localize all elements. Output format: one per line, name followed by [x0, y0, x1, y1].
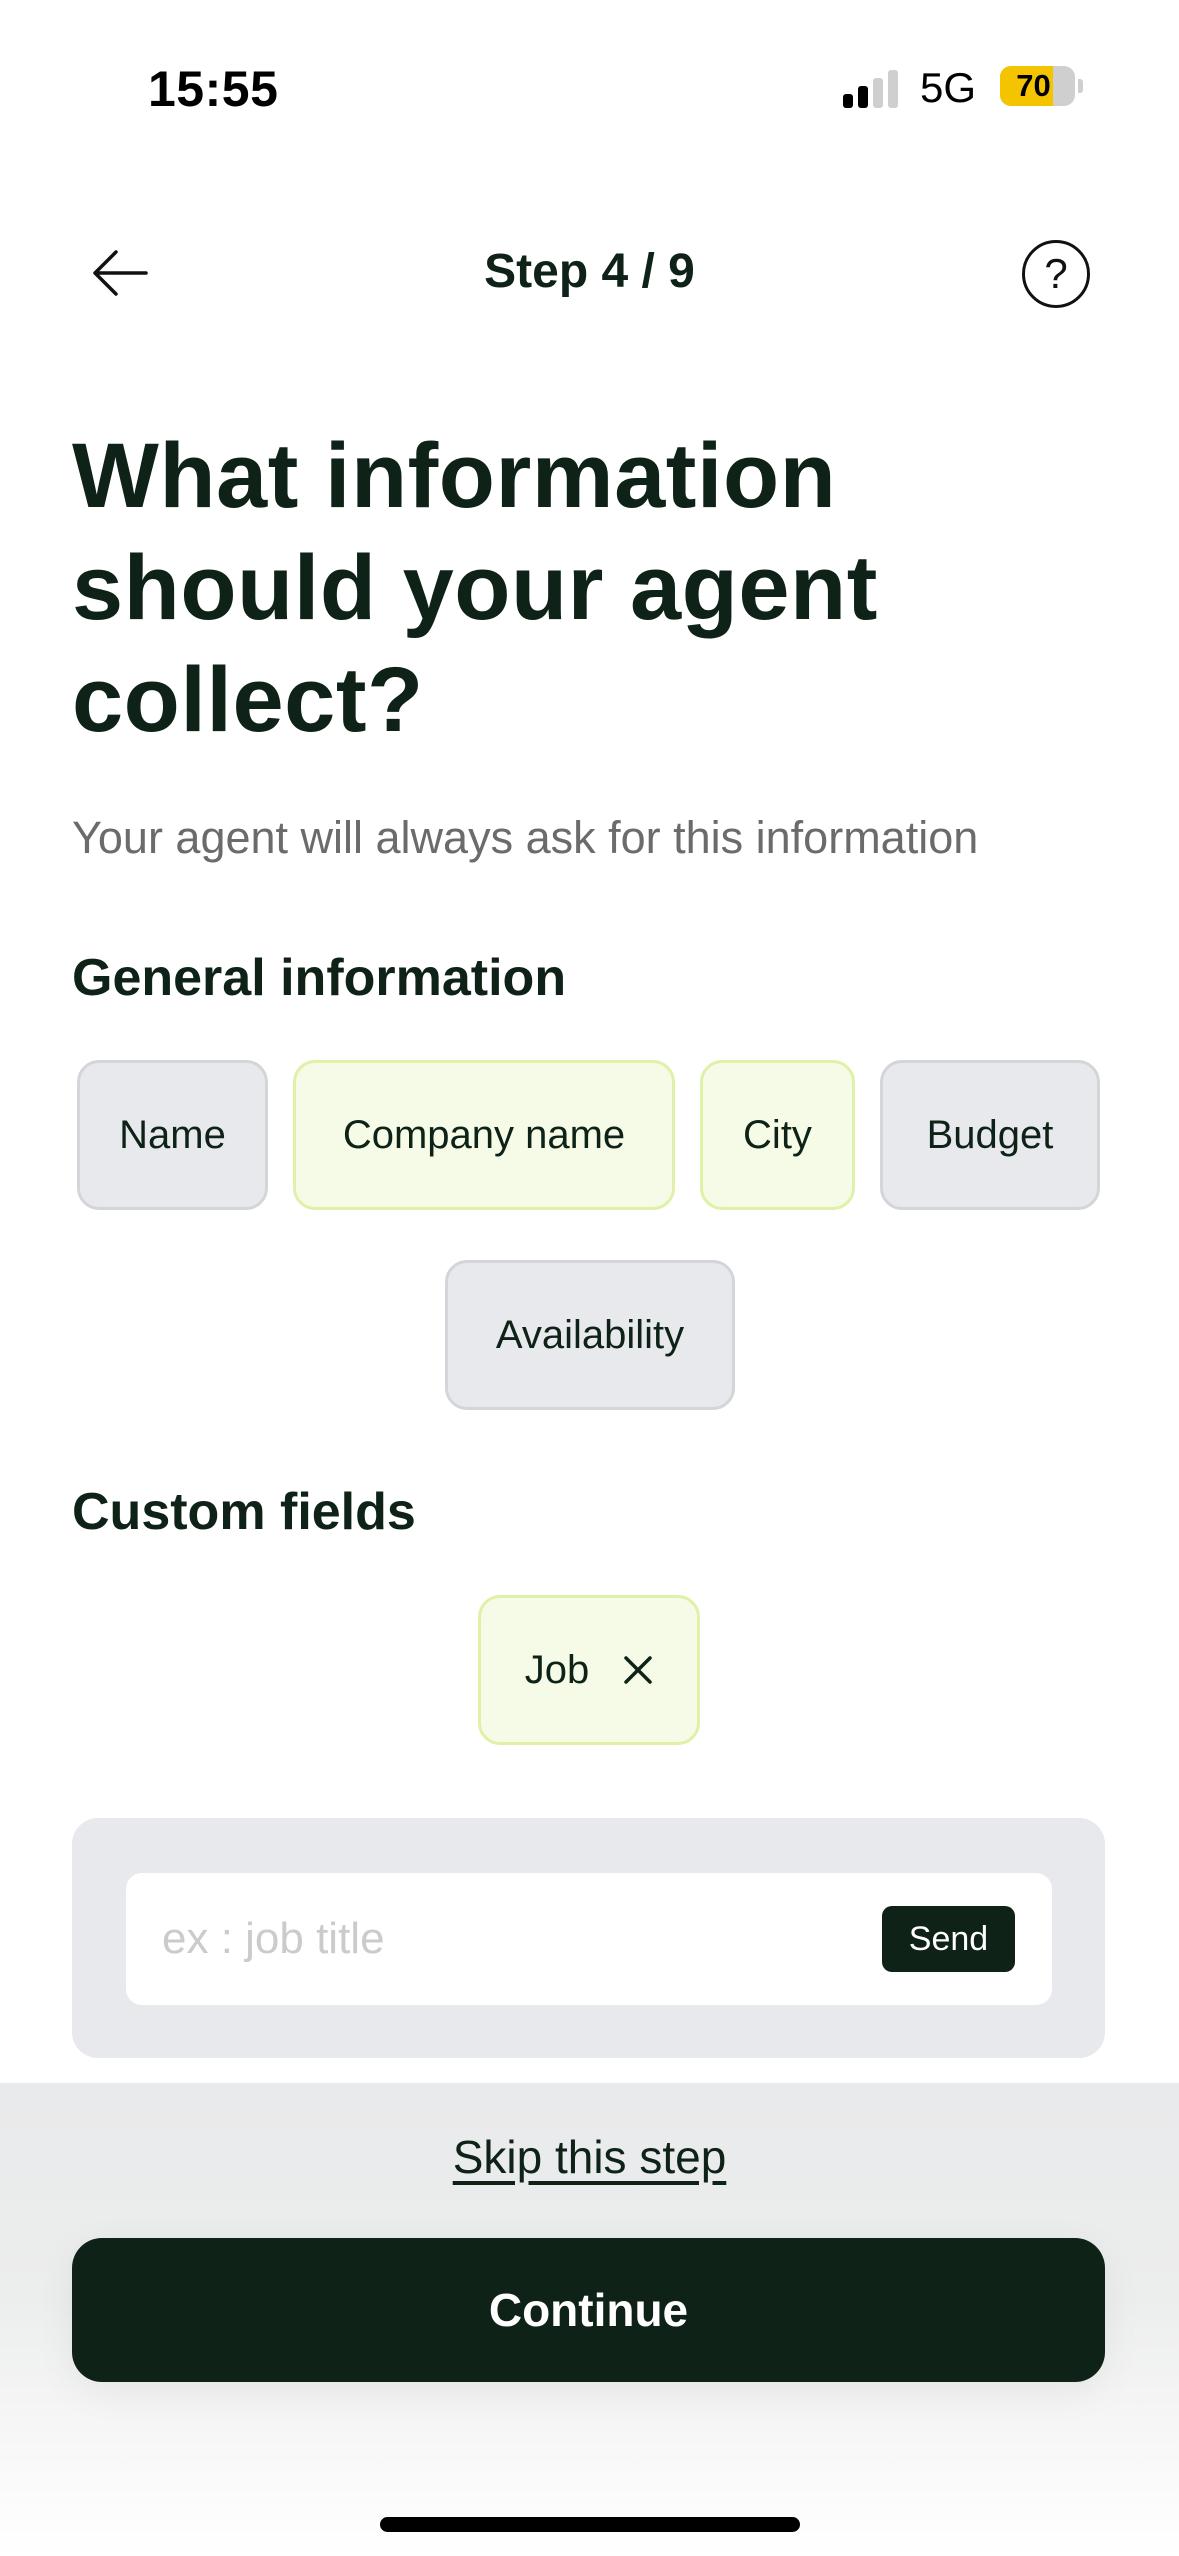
battery-percent: 70	[1016, 68, 1051, 103]
battery-icon: 70	[1000, 66, 1075, 106]
chip-label: City	[743, 1112, 812, 1157]
chip-label: Name	[119, 1112, 226, 1157]
continue-button[interactable]: Continue	[72, 2238, 1105, 2382]
custom-field-input-box: Send	[126, 1873, 1052, 2005]
chip-company-name[interactable]: Company name	[293, 1060, 675, 1210]
home-indicator	[380, 2517, 800, 2532]
signal-strength-icon	[843, 70, 899, 108]
general-information-heading: General information	[72, 949, 567, 1007]
custom-fields-heading: Custom fields	[72, 1483, 416, 1541]
chip-label: Budget	[926, 1112, 1054, 1157]
skip-step-link[interactable]: Skip this step	[0, 2130, 1179, 2184]
question-circle-icon: ?	[1044, 250, 1068, 297]
close-icon[interactable]	[623, 1655, 653, 1685]
help-button[interactable]: ?	[1022, 240, 1090, 308]
custom-chip-job[interactable]: Job	[478, 1595, 700, 1745]
signal-bar	[858, 86, 868, 108]
step-indicator: Step 4 / 9	[484, 245, 695, 298]
signal-bar	[873, 78, 883, 108]
network-type: 5G	[920, 64, 977, 111]
chip-city[interactable]: City	[700, 1060, 855, 1210]
signal-bar	[888, 70, 898, 108]
chip-label: Availability	[495, 1312, 685, 1357]
chip-label: Job	[524, 1647, 590, 1692]
page-subtitle: Your agent will always ask for this info…	[72, 812, 979, 863]
chip-budget[interactable]: Budget	[880, 1060, 1100, 1210]
send-button[interactable]: Send	[882, 1906, 1015, 1972]
page-title: What information should your agent colle…	[72, 425, 878, 751]
chip-availability[interactable]: Availability	[445, 1260, 735, 1410]
status-time: 15:55	[148, 61, 279, 117]
chip-name[interactable]: Name	[77, 1060, 268, 1210]
battery-nub	[1078, 79, 1083, 93]
signal-bar	[843, 94, 853, 108]
custom-field-input[interactable]	[162, 1873, 862, 2005]
chip-label: Company name	[342, 1112, 626, 1157]
